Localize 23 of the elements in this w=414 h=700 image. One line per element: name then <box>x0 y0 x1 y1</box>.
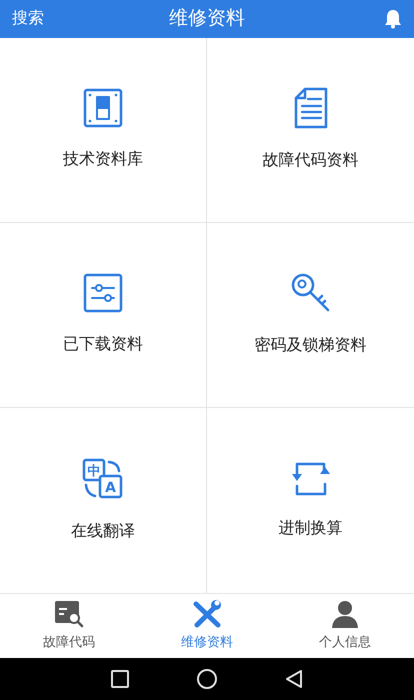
convert-icon <box>290 460 330 496</box>
document-icon <box>292 87 328 129</box>
nav-tab[interactable]: 个人信息 <box>276 594 414 658</box>
bell-icon[interactable] <box>384 9 402 29</box>
menu-tile[interactable]: 中 A 在线翻译 <box>0 408 207 593</box>
menu-tile[interactable]: 进制换算 <box>207 408 414 593</box>
nav-tab[interactable]: 维修资料 <box>138 594 276 658</box>
menu-tile[interactable]: 技术资料库 <box>0 38 207 223</box>
back-icon[interactable] <box>285 669 303 689</box>
code-search-icon <box>54 600 84 628</box>
menu-tile[interactable]: 密码及锁梯资料 <box>207 223 414 408</box>
sliders-icon <box>83 273 123 313</box>
page-title: 维修资料 <box>169 6 245 31</box>
menu-tile[interactable]: 故障代码资料 <box>207 38 414 223</box>
nav-tab[interactable]: 故障代码 <box>0 594 138 658</box>
key-icon <box>290 272 332 314</box>
person-icon <box>330 600 360 628</box>
menu-tile[interactable]: 已下载资料 <box>0 223 207 408</box>
tools-icon <box>192 600 222 628</box>
panel-icon <box>83 88 123 128</box>
search-link[interactable]: 搜索 <box>12 7 44 31</box>
square-icon[interactable] <box>111 670 129 688</box>
circle-icon[interactable] <box>197 669 217 689</box>
